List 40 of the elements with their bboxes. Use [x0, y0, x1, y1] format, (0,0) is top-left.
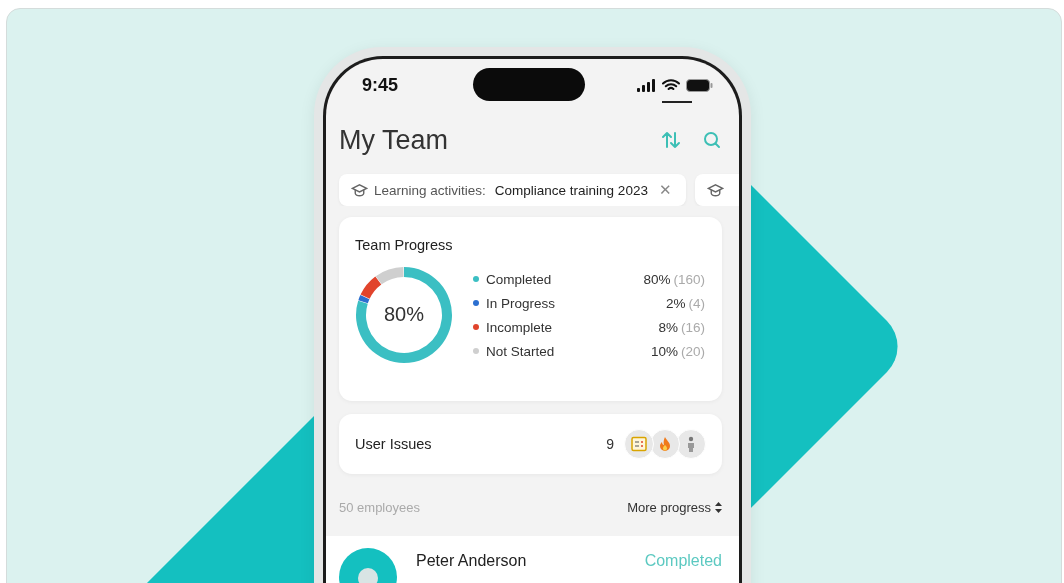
indicator-line: [662, 101, 692, 103]
card-title: Team Progress: [355, 237, 453, 253]
chip-label: Learning activities:: [374, 182, 486, 198]
signal-icon: [637, 79, 656, 92]
employee-count: 50 employees: [339, 499, 420, 515]
legend-percent: 80%: [643, 271, 671, 287]
sort-button[interactable]: More progress: [627, 499, 722, 515]
sort-icon[interactable]: [661, 131, 681, 149]
graduation-cap-icon: [351, 182, 368, 198]
issue-count: 9: [606, 436, 614, 452]
legend-percent: 2%: [666, 295, 686, 311]
legend-label: Not Started: [486, 343, 556, 359]
legend-count: (4): [688, 295, 705, 311]
legend-label: In Progress: [486, 295, 557, 311]
search-icon[interactable]: [703, 131, 721, 149]
remove-filter-button[interactable]: ✕: [652, 181, 672, 199]
legend-label: Completed: [486, 271, 553, 287]
status-time: 9:45: [362, 75, 399, 96]
employee-name: Peter Anderson: [416, 552, 528, 570]
battery-icon: [686, 79, 713, 92]
donut-center-label: 80%: [383, 303, 425, 326]
person-icon: [676, 429, 706, 459]
legend-count: (20): [681, 343, 705, 359]
card-title: User Issues: [355, 436, 432, 452]
chip-value: Compliance training 2023: [494, 182, 648, 198]
filter-chip[interactable]: Learning activities: Compliance training 2023 ✕: [339, 174, 686, 206]
employee-status: Completed: [644, 552, 722, 570]
issues-card[interactable]: User Issues 9: [339, 414, 722, 474]
legend-percent: 8%: [658, 319, 678, 335]
page-title: My Team: [339, 124, 449, 156]
legend-label: Incomplete: [486, 319, 554, 335]
legend-percent: 10%: [650, 343, 678, 359]
legend-count: (16): [681, 319, 705, 335]
checklist-icon: [624, 429, 654, 459]
fire-icon: [650, 429, 680, 459]
legend-count: (160): [673, 271, 705, 287]
sort-caret-icon: [715, 501, 722, 513]
graduation-cap-icon: [706, 182, 724, 198]
employee-row[interactable]: Peter Anderson Completed: [326, 536, 739, 583]
wifi-icon: [662, 79, 680, 92]
